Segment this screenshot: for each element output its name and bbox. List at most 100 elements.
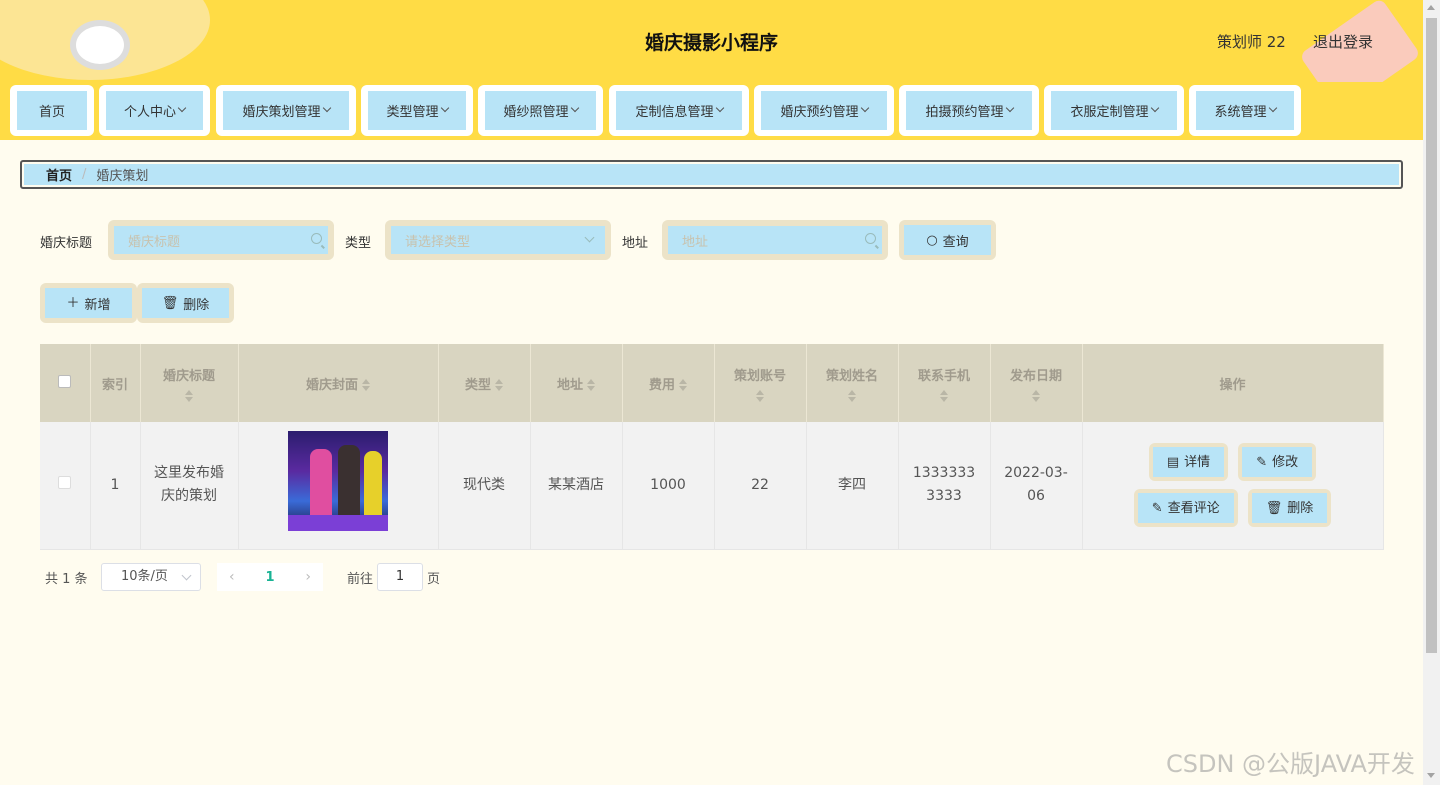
nav-item-custom-info[interactable]: 定制信息管理 [609, 85, 749, 136]
cell-cover [238, 422, 439, 550]
header-account[interactable]: 策划账号 [714, 344, 807, 422]
page-size-value: 10条/页 [121, 569, 168, 584]
row-select-cell [40, 422, 91, 550]
add-button[interactable]: ＋新增 [40, 283, 137, 323]
nav-item-label: 类型管理 [386, 105, 439, 120]
main-nav: 首页 个人中心 婚庆策划管理 类型管理 婚纱照管理 定制信息管理 婚庆预约管理 … [0, 82, 1423, 140]
cell-date: 2022-03-06 [990, 422, 1083, 550]
header-name[interactable]: 策划姓名 [806, 344, 899, 422]
address-search-input[interactable]: 地址 [662, 220, 888, 260]
nav-item-label: 首页 [38, 105, 65, 120]
header-date-label: 发布日期 [1009, 368, 1062, 384]
nav-item-planning[interactable]: 婚庆策划管理 [216, 85, 356, 136]
sort-icon[interactable] [679, 379, 687, 391]
header-cover[interactable]: 婚庆封面 [238, 344, 439, 422]
title-filter-label: 婚庆标题 [40, 236, 93, 251]
goto-page-input[interactable]: 1 [377, 563, 423, 591]
sort-icon[interactable] [495, 379, 503, 391]
sort-icon[interactable] [940, 389, 948, 402]
page-suffix-label: 页 [427, 572, 441, 587]
address-search-placeholder: 地址 [682, 234, 709, 250]
header-title[interactable]: 婚庆标题 [140, 344, 239, 422]
row-checkbox[interactable] [58, 475, 72, 489]
plus-icon: ＋ [66, 295, 80, 311]
type-filter-label: 类型 [345, 236, 372, 251]
select-all-checkbox[interactable] [58, 374, 72, 388]
pencil-icon: ✎ [1151, 500, 1163, 516]
sort-icon[interactable] [362, 379, 370, 391]
page-size-select[interactable]: 10条/页 [101, 563, 201, 591]
pagination-total: 共 1 条 [45, 572, 88, 587]
nav-item-shoot-booking[interactable]: 拍摄预约管理 [899, 85, 1039, 136]
header-address[interactable]: 地址 [530, 344, 623, 422]
chevron-down-icon [715, 103, 724, 112]
edit-button[interactable]: ✎ 修改 [1238, 443, 1317, 482]
prev-page-icon[interactable]: ‹ [229, 569, 235, 585]
breadcrumb-separator: / [82, 167, 87, 182]
chevron-down-icon [570, 103, 579, 112]
pencil-icon: ✎ [1256, 454, 1268, 470]
chevron-down-icon [584, 232, 595, 243]
cover-figure [310, 449, 332, 522]
page-number[interactable]: 1 [265, 570, 274, 585]
header-phone[interactable]: 联系手机 [898, 344, 991, 422]
cover-image[interactable] [288, 431, 388, 532]
next-page-icon[interactable]: › [305, 569, 311, 585]
scroll-down-icon[interactable] [1427, 773, 1435, 778]
nav-item-label: 定制信息管理 [635, 105, 714, 120]
view-comments-button[interactable]: ✎ 查看评论 [1133, 489, 1238, 528]
delete-row-button[interactable]: 🗑 删除 [1247, 489, 1332, 528]
header-type[interactable]: 类型 [438, 344, 531, 422]
app-title: 婚庆摄影小程序 [644, 32, 778, 54]
header-account-label: 策划账号 [733, 368, 786, 384]
chevron-down-icon [860, 103, 869, 112]
breadcrumb: 首页 / 婚庆策划 [20, 160, 1403, 189]
cell-phone: 13333333333 [898, 422, 991, 550]
nav-item-home[interactable]: 首页 [10, 85, 94, 136]
chevron-down-icon [177, 103, 187, 112]
cell-title-text: 这里发布婚庆的策划 [154, 465, 224, 505]
cell-account: 22 [714, 422, 807, 550]
header-date[interactable]: 发布日期 [990, 344, 1083, 422]
query-button[interactable]: ○ 查询 [899, 220, 996, 260]
trash-icon: 🗑 [161, 295, 179, 311]
nav-item-wedding-booking[interactable]: 婚庆预约管理 [754, 85, 894, 136]
cell-type: 现代类 [438, 422, 531, 550]
chevron-down-icon [440, 103, 449, 112]
cover-figure [364, 451, 382, 522]
cell-address: 某某酒店 [530, 422, 623, 550]
sort-icon[interactable] [587, 379, 595, 391]
title-search-input[interactable]: 婚庆标题 [108, 220, 334, 260]
sort-icon[interactable] [756, 389, 764, 402]
scroll-thumb[interactable] [1426, 18, 1437, 653]
chevron-down-icon [1150, 103, 1159, 112]
scroll-up-icon[interactable] [1427, 5, 1435, 10]
nav-item-personal-center[interactable]: 个人中心 [99, 85, 210, 136]
nav-item-wedding-photo[interactable]: 婚纱照管理 [478, 85, 603, 136]
breadcrumb-home[interactable]: 首页 [46, 165, 72, 184]
edit-button-label: 修改 [1272, 454, 1299, 470]
header-cost[interactable]: 费用 [622, 344, 715, 422]
logout-link[interactable]: 退出登录 [1313, 31, 1373, 52]
cell-index: 1 [90, 422, 141, 550]
nav-item-label: 衣服定制管理 [1070, 105, 1149, 120]
nav-item-type[interactable]: 类型管理 [361, 85, 473, 136]
type-select[interactable]: 请选择类型 [385, 220, 611, 260]
cell-phone-text: 13333333333 [912, 465, 976, 505]
sort-icon[interactable] [1032, 389, 1040, 402]
nav-item-system[interactable]: 系统管理 [1189, 85, 1301, 136]
batch-delete-button[interactable]: 🗑 删除 [137, 283, 234, 323]
cell-name: 李四 [806, 422, 899, 550]
delete-button-label: 删除 [183, 297, 210, 313]
trash-icon: 🗑 [1265, 500, 1283, 516]
table-row: 1 这里发布婚庆的策划 现代类 某某酒店 1000 22 李四 13333333… [40, 422, 1384, 550]
sort-icon[interactable] [185, 389, 193, 402]
detail-button[interactable]: ▤ 详情 [1148, 443, 1229, 482]
watermark: CSDN @公版JAVA开发 [1166, 750, 1415, 778]
header-address-label: 地址 [556, 377, 583, 393]
search-icon: ○ [926, 232, 938, 248]
sort-icon[interactable] [848, 389, 856, 402]
header-cover-label: 婚庆封面 [305, 377, 358, 393]
nav-item-clothing[interactable]: 衣服定制管理 [1044, 85, 1184, 136]
vertical-scrollbar[interactable] [1423, 0, 1440, 785]
